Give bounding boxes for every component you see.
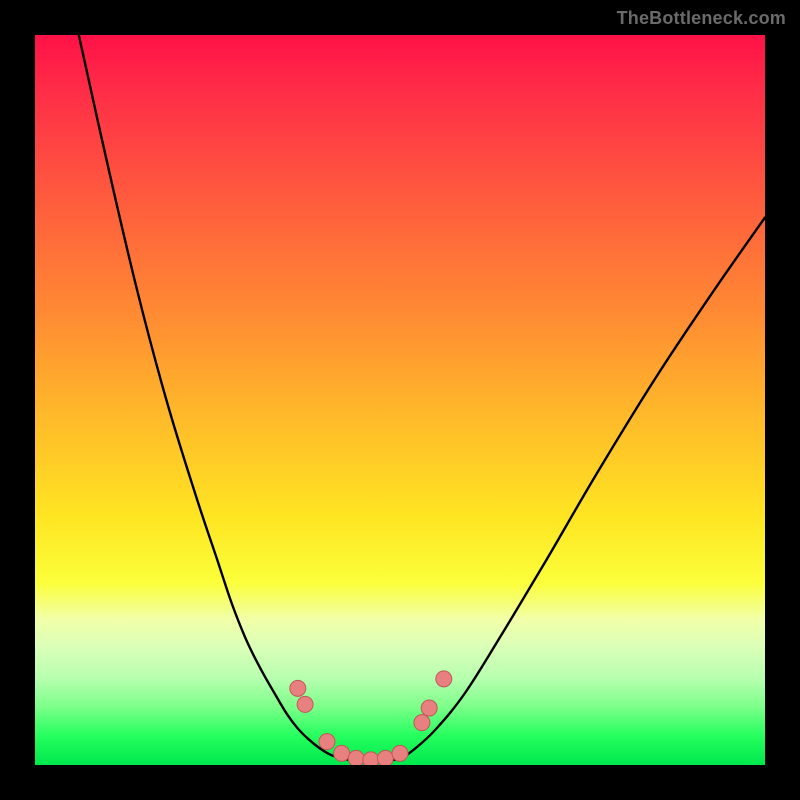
chart-svg [35,35,765,765]
data-marker [334,745,350,761]
data-marker [377,750,393,765]
data-marker [363,752,379,765]
data-marker [348,750,364,765]
data-marker [436,671,452,687]
data-marker [290,680,306,696]
data-marker [392,745,408,761]
data-marker [421,700,437,716]
marker-group [290,671,452,765]
data-marker [297,696,313,712]
watermark-text: TheBottleneck.com [617,8,786,29]
bottleneck-curve [79,35,765,761]
data-marker [414,715,430,731]
plot-area [35,35,765,765]
chart-frame: TheBottleneck.com [0,0,800,800]
data-marker [319,734,335,750]
